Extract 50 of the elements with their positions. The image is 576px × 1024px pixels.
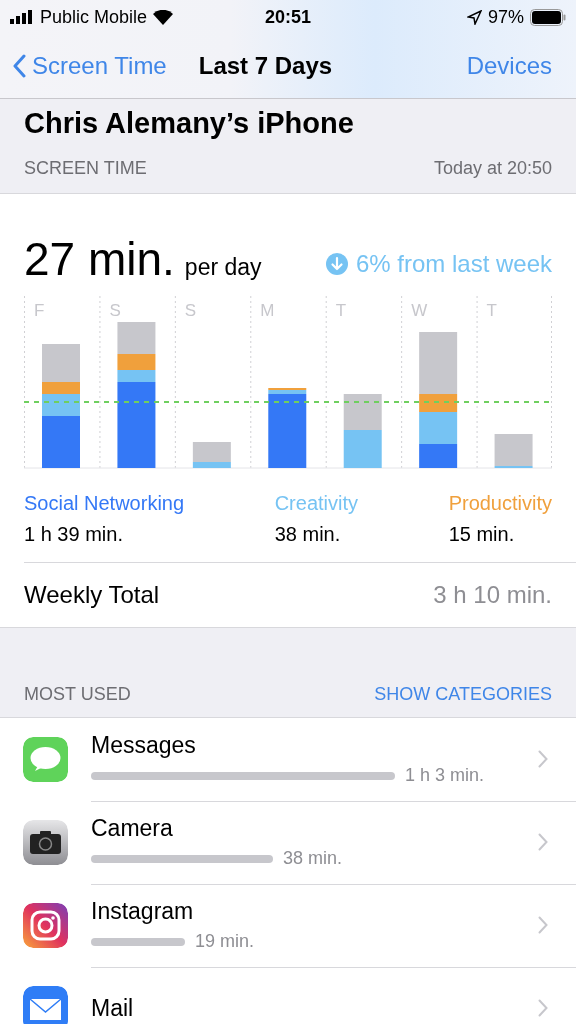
- camera-outline-icon: [23, 903, 68, 948]
- app-name: Messages: [91, 732, 197, 759]
- chevron-right-icon[interactable]: [538, 999, 548, 1017]
- usage-time: 19 min.: [195, 931, 255, 952]
- day-label: F: [34, 301, 45, 320]
- day-label: M: [260, 301, 275, 320]
- category-name: Creativity: [274, 492, 359, 515]
- chevron-right-icon[interactable]: [538, 916, 548, 934]
- updated-time: Today at 20:50: [433, 158, 552, 179]
- app-name: Instagram: [91, 898, 195, 925]
- stacked-bar: [494, 434, 533, 468]
- day-label: W: [411, 301, 428, 320]
- battery-icon: [530, 8, 566, 26]
- signal-icon: [10, 10, 34, 24]
- show-categories-link[interactable]: SHOW CATEGORIES: [374, 684, 552, 705]
- usage-time: 1 h 3 min.: [405, 765, 485, 786]
- usage-time: 38 min.: [283, 848, 343, 869]
- devices-button[interactable]: Devices: [466, 52, 552, 80]
- category-name: Productivity: [448, 492, 552, 515]
- location-arrow-icon: [466, 9, 482, 25]
- carrier-name: Public Mobile: [40, 6, 148, 28]
- chevron-right-icon[interactable]: [538, 833, 548, 851]
- category-time: 15 min.: [448, 523, 515, 546]
- day-label: S: [184, 301, 197, 320]
- category-time: 1 h 39 min.: [24, 523, 123, 546]
- battery-percent: 97%: [487, 6, 524, 28]
- wifi-icon: [153, 9, 174, 25]
- day-label: S: [109, 301, 121, 320]
- change-text: 6% from last week: [355, 250, 552, 278]
- category-name: Social Networking: [24, 492, 185, 515]
- camera-icon: [23, 820, 68, 865]
- chevron-left-icon: [12, 54, 26, 78]
- section-header: SCREEN TIME: [24, 158, 147, 179]
- daily-average: 27 min.: [24, 232, 175, 286]
- clock: 20:51: [264, 6, 311, 27]
- stacked-bar: [192, 442, 231, 468]
- app-name: Mail: [91, 994, 135, 1022]
- section-header: MOST USED: [24, 684, 131, 705]
- category-time: 38 min.: [274, 523, 341, 546]
- day-label: T: [486, 301, 497, 320]
- weekly-total-value: 3 h 10 min.: [433, 581, 552, 609]
- back-button[interactable]: Screen Time: [12, 52, 167, 80]
- unit-label: per day: [184, 254, 262, 281]
- app-name: Camera: [91, 815, 174, 842]
- speech-bubble-icon: [23, 737, 68, 782]
- weekly-total-label: Weekly Total: [24, 581, 160, 609]
- nav-title: Last 7 Days: [198, 52, 334, 80]
- device-name: Chris Alemany’s iPhone: [23, 106, 355, 140]
- chevron-right-icon[interactable]: [538, 750, 548, 768]
- day-label: T: [335, 301, 347, 320]
